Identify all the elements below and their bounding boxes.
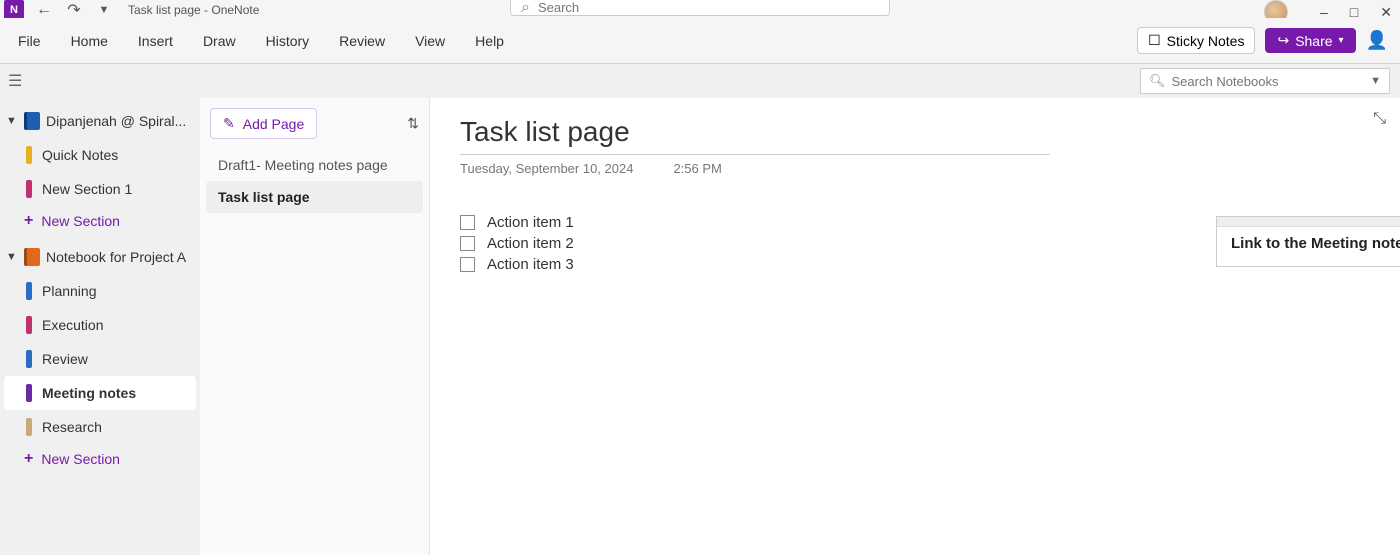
- section-label: Execution: [42, 317, 103, 333]
- section-color-chip: [26, 384, 32, 402]
- add-section-label: New Section: [41, 451, 120, 467]
- section-item[interactable]: Execution: [0, 308, 200, 342]
- menu-draw[interactable]: Draw: [203, 33, 236, 49]
- section-item[interactable]: Planning: [0, 274, 200, 308]
- add-page-label: Add Page: [243, 116, 305, 132]
- nav-toggle-button[interactable]: ☰: [8, 71, 22, 91]
- page-title[interactable]: Task list page: [460, 116, 1050, 155]
- section-color-chip: [26, 282, 32, 300]
- task-label[interactable]: Action item 2: [487, 235, 574, 252]
- section-item[interactable]: Research: [0, 410, 200, 444]
- section-color-chip: [26, 146, 32, 164]
- page-item[interactable]: Draft1- Meeting notes page: [206, 149, 423, 181]
- expand-icon[interactable]: ⤡: [1373, 110, 1386, 128]
- page-canvas[interactable]: ⤡ Task list page Tuesday, September 10, …: [430, 98, 1400, 555]
- section-label: Planning: [42, 283, 97, 299]
- menu-home[interactable]: Home: [71, 33, 108, 49]
- add-page-button[interactable]: ✎ Add Page: [210, 108, 317, 139]
- sticky-notes-label: Sticky Notes: [1167, 33, 1245, 49]
- section-label: Research: [42, 419, 102, 435]
- menu-view[interactable]: View: [415, 33, 445, 49]
- edit-icon: ✎: [223, 115, 235, 132]
- sticky-notes-icon: ☐: [1148, 32, 1161, 49]
- plus-icon: +: [24, 212, 33, 230]
- checkbox[interactable]: [460, 215, 475, 230]
- page-item-selected[interactable]: Task list page: [206, 181, 423, 213]
- chevron-down-icon[interactable]: ▼: [6, 115, 18, 127]
- notebook-search-box[interactable]: 🔍︎ ▼: [1140, 68, 1390, 94]
- page-time: 2:56 PM: [673, 161, 721, 176]
- section-item[interactable]: Quick Notes: [0, 138, 200, 172]
- title-bar: N ← ↷ ▼ Task list page - OneNote ⌕ ‒ □ ✕: [0, 0, 1400, 18]
- section-item-selected[interactable]: Meeting notes: [4, 376, 196, 410]
- presence-icon[interactable]: 👤: [1366, 30, 1388, 51]
- notebook-search-input[interactable]: [1172, 74, 1371, 89]
- drag-handle[interactable]: ◀▶: [1217, 217, 1400, 227]
- add-section-label: New Section: [41, 213, 120, 229]
- checkbox[interactable]: [460, 236, 475, 251]
- notebook-header[interactable]: ▼ Dipanjenah @ Spiral...: [0, 104, 200, 138]
- add-section-button[interactable]: + New Section: [0, 206, 200, 236]
- sort-pages-button[interactable]: ⇅: [407, 115, 419, 132]
- task-label[interactable]: Action item 3: [487, 256, 574, 273]
- notebook-icon: [24, 248, 40, 266]
- plus-icon: +: [24, 450, 33, 468]
- notebook-sidebar: ▼ Dipanjenah @ Spiral... Quick Notes New…: [0, 98, 200, 555]
- secondary-bar: ☰ 🔍︎ ▼: [0, 64, 1400, 98]
- section-color-chip: [26, 180, 32, 198]
- menu-history[interactable]: History: [266, 33, 310, 49]
- checkbox[interactable]: [460, 257, 475, 272]
- section-label: Quick Notes: [42, 147, 118, 163]
- sticky-notes-button[interactable]: ☐ Sticky Notes: [1137, 27, 1255, 54]
- section-color-chip: [26, 350, 32, 368]
- menu-review[interactable]: Review: [339, 33, 385, 49]
- qat-dropdown[interactable]: ▼: [94, 0, 114, 20]
- main-area: ▼ Dipanjenah @ Spiral... Quick Notes New…: [0, 98, 1400, 555]
- section-item[interactable]: Review: [0, 342, 200, 376]
- section-label: Meeting notes: [42, 385, 136, 401]
- app-icon: N: [4, 0, 24, 20]
- page-date: Tuesday, September 10, 2024: [460, 161, 633, 176]
- menu-insert[interactable]: Insert: [138, 33, 173, 49]
- notebook-header[interactable]: ▼ Notebook for Project A: [0, 240, 200, 274]
- window-title: Task list page - OneNote: [128, 3, 259, 17]
- forward-button[interactable]: ↷: [64, 0, 84, 20]
- section-label: Review: [42, 351, 88, 367]
- search-icon: ⌕: [521, 0, 530, 17]
- back-button[interactable]: ←: [34, 0, 54, 20]
- section-label: New Section 1: [42, 181, 132, 197]
- share-label: Share: [1295, 33, 1332, 49]
- page-list-panel: ✎ Add Page ⇅ Draft1- Meeting notes page …: [200, 98, 430, 555]
- share-icon: ↪: [1277, 32, 1289, 49]
- title-search-box[interactable]: ⌕: [510, 0, 890, 16]
- section-color-chip: [26, 316, 32, 334]
- notebook-name: Dipanjenah @ Spiral...: [46, 113, 186, 129]
- add-section-button[interactable]: + New Section: [0, 444, 200, 474]
- chevron-down-icon[interactable]: ▼: [1370, 75, 1381, 87]
- share-button[interactable]: ↪ Share ▾: [1265, 28, 1355, 53]
- notebook-name: Notebook for Project A: [46, 249, 186, 265]
- chevron-down-icon[interactable]: ▼: [6, 251, 18, 263]
- task-label[interactable]: Action item 1: [487, 214, 574, 231]
- section-color-chip: [26, 418, 32, 436]
- chevron-down-icon: ▾: [1339, 35, 1344, 46]
- menu-file[interactable]: File: [18, 33, 41, 49]
- title-search-input[interactable]: [538, 0, 879, 15]
- menu-help[interactable]: Help: [475, 33, 504, 49]
- note-container[interactable]: ◀▶ Link to the Meeting notes page: Draft…: [1216, 216, 1400, 267]
- ribbon-bar: File Home Insert Draw History Review Vie…: [0, 18, 1400, 64]
- search-icon: 🔍︎: [1149, 73, 1166, 89]
- notebook-icon: [24, 112, 40, 130]
- note-prefix: Link to the Meeting notes page:: [1231, 235, 1400, 252]
- section-item[interactable]: New Section 1: [0, 172, 200, 206]
